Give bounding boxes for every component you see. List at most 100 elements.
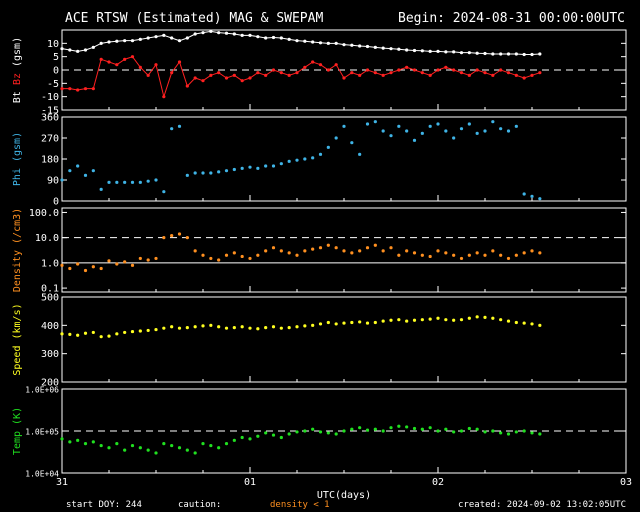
data-point [420,253,424,257]
data-point [68,169,72,173]
y-tick-label: 360 [41,113,59,124]
data-point [326,243,330,247]
y-axis-label: Speed (km/s) [12,303,23,375]
y-tick-label: 0 [53,66,59,77]
data-point [201,253,205,257]
data-point [428,254,432,259]
data-point [483,430,487,434]
data-point [107,259,111,263]
data-point [279,249,283,253]
data-point [146,258,150,262]
data-point [436,429,440,433]
data-point [287,159,291,163]
series-bz [60,55,542,99]
data-point [436,249,440,253]
data-point [91,169,95,173]
y-axis-label: Bt Bz (gsm) [12,37,23,103]
panel-frame [61,116,627,202]
data-point [146,328,150,333]
data-point [412,426,417,431]
data-point [334,246,338,250]
data-point [60,178,64,182]
data-point [420,131,424,135]
series-line [61,30,540,56]
data-point [530,322,534,326]
data-point [405,425,409,429]
data-point [91,265,95,269]
data-point [123,180,127,184]
data-point [76,438,80,442]
data-point [444,427,448,431]
data-point [146,179,150,183]
data-point [271,164,276,168]
data-point [170,234,174,238]
data-point [130,329,135,334]
data-point [217,258,221,262]
data-point [499,253,503,257]
data-point [279,435,283,440]
data-point [99,335,103,339]
data-point [397,424,401,428]
data-point [264,249,268,253]
data-point [177,124,182,128]
panel-phi: 360 270 180 90 0 Phi (gsm) [12,113,627,208]
data-point [256,434,260,438]
data-point [365,428,370,432]
data-point [162,326,166,330]
data-point [491,249,495,253]
chart-title: ACE RTSW (Estimated) MAG & SWEPAM [65,11,323,26]
data-point [506,256,511,261]
data-point [154,451,158,455]
data-point [154,178,158,182]
data-point [459,256,464,261]
data-point [303,157,307,161]
data-point [130,443,135,448]
y-axis-label: Phi (gsm) [12,132,23,186]
data-point [232,167,236,172]
data-point [365,321,370,325]
data-point [499,127,503,131]
data-point [326,145,330,149]
data-point [412,251,417,255]
data-point [138,256,142,261]
series-bt [60,29,542,57]
data-point [405,319,409,323]
data-point [91,440,95,444]
data-point [295,253,299,257]
data-point [412,138,417,142]
panel-frame [61,296,627,383]
data-point [381,429,385,433]
data-point [76,262,80,266]
data-point [514,253,518,257]
footer-caution: caution: [178,500,221,510]
data-point [342,249,346,253]
panel-speed: 500400300200Speed (km/s) [12,293,627,389]
ylabel-bt: Bt [12,85,23,103]
data-point [68,332,72,336]
data-point [350,251,354,255]
data-point [358,426,362,430]
y-tick-label: 10.0 [35,233,59,244]
data-point [224,442,229,446]
data-point [264,326,268,330]
data-point [397,318,401,322]
y-tick-label: 400 [41,321,59,332]
data-point [193,249,197,253]
data-point [232,251,236,255]
data-point [514,430,518,434]
data-point [201,171,205,175]
data-point [185,448,189,452]
data-point [467,316,471,320]
data-point [342,429,346,433]
data-point [428,124,432,128]
data-point [115,332,119,336]
data-point [311,247,315,251]
data-point [76,164,80,168]
data-point [358,152,362,156]
data-point [115,180,119,184]
data-point [295,158,299,162]
y-tick-label: 100.0 [29,208,59,219]
data-point [405,129,409,133]
data-point [185,236,189,240]
data-point [506,129,511,133]
